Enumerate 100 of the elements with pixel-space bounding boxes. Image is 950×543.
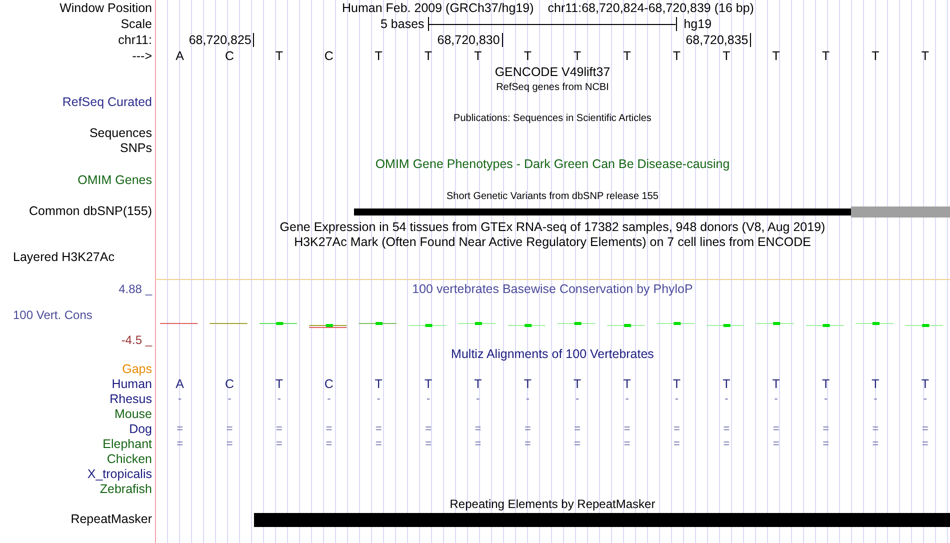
base-letter: T	[274, 48, 284, 64]
alignment-mark: -	[376, 392, 382, 407]
alignment-mark: =	[523, 422, 532, 437]
base-letter: T	[622, 48, 632, 64]
track-label[interactable]: 100 Vert. Cons	[0, 308, 92, 322]
base-letter: C	[323, 377, 334, 392]
base-letter: T	[672, 377, 682, 392]
alignment-mark: =	[722, 422, 731, 437]
base-letter: T	[820, 377, 831, 392]
alignment-mark: -	[475, 392, 481, 407]
alignment-mark: =	[920, 422, 930, 437]
alignment-mark: =	[374, 437, 383, 452]
base-letter: T	[423, 377, 434, 392]
alignment-mark: =	[275, 422, 284, 437]
alignment-mark: =	[672, 437, 681, 452]
track-title: GENCODE V49lift37	[494, 64, 612, 80]
track-label[interactable]: X_tropicalis	[87, 467, 152, 482]
track-title: Gene Expression in 54 tissues from GTEx RNA-seq of 17382 samples, 948 donors (V8, Aug 2019)	[278, 220, 826, 234]
alignment-mark: =	[324, 437, 334, 452]
alignment-mark: =	[176, 437, 184, 452]
track-label[interactable]: RepeatMasker	[70, 512, 152, 527]
track-label[interactable]: Layered H3K27Ac	[13, 250, 114, 265]
track-label[interactable]: OMIM Genes	[78, 173, 152, 188]
base-letter: T	[771, 48, 781, 64]
track-label[interactable]: Sequences	[89, 126, 152, 141]
track-label[interactable]: Common dbSNP(155)	[29, 204, 152, 219]
axis-max-label: 4.88 _	[118, 282, 154, 297]
base-letter: A	[174, 48, 186, 64]
alignment-mark: -	[276, 392, 282, 407]
base-letter: C	[323, 48, 334, 64]
alignment-mark: =	[622, 437, 632, 452]
ruler-tick: 68,720,830	[437, 33, 503, 47]
track-label[interactable]: Mouse	[114, 407, 152, 422]
base-letter: T	[722, 48, 732, 64]
alignment-mark: =	[722, 437, 731, 452]
alignment-mark: =	[920, 437, 930, 452]
base-letter: T	[771, 377, 781, 392]
alignment-mark: =	[424, 422, 432, 437]
track-label[interactable]: --->	[132, 48, 152, 64]
alignment-mark: =	[822, 437, 830, 452]
base-letter: T	[374, 48, 384, 64]
scale-length: 5 bases	[380, 16, 426, 32]
track-label[interactable]: chr11:	[118, 32, 152, 48]
base-letter: T	[920, 377, 930, 392]
track-label[interactable]: Window Position	[60, 0, 152, 16]
alignment-mark: =	[871, 422, 880, 437]
base-letter: T	[473, 377, 483, 392]
alignment-mark: -	[822, 392, 829, 407]
base-letter: T	[672, 48, 682, 64]
track-label[interactable]: Human	[112, 377, 152, 392]
genome-position: chr11:68,720,824-68,720,839 (16 bp)	[548, 0, 754, 16]
base-letter: T	[423, 48, 434, 64]
alignment-mark: =	[225, 437, 234, 452]
track-label[interactable]: SNPs	[120, 141, 152, 156]
alignment-mark: =	[374, 422, 383, 437]
alignment-mark: =	[573, 437, 582, 452]
base-letter: T	[274, 377, 284, 392]
assembly-label: hg19	[682, 16, 713, 32]
alignment-mark: =	[871, 437, 880, 452]
track-label[interactable]: Zebrafish	[100, 482, 152, 497]
base-letter: T	[870, 377, 880, 392]
track-label[interactable]: Rhesus	[110, 392, 152, 407]
alignment-mark: =	[225, 422, 234, 437]
track-title: Publications: Sequences in Scientific Articles	[452, 112, 652, 126]
alignment-mark: =	[772, 422, 780, 437]
alignment-mark: -	[872, 392, 878, 407]
alignment-mark: =	[573, 422, 582, 437]
base-letter: T	[920, 48, 930, 64]
track-label[interactable]: Dog	[129, 422, 152, 437]
base-letter: T	[622, 377, 632, 392]
track-label[interactable]: Chicken	[106, 452, 152, 467]
alignment-mark: =	[275, 437, 284, 452]
alignment-mark: =	[474, 437, 482, 452]
base-letter: T	[572, 377, 582, 392]
alignment-mark: -	[624, 392, 630, 407]
base-letter: T	[522, 48, 532, 64]
alignment-mark: =	[324, 422, 334, 437]
alignment-mark: =	[822, 422, 830, 437]
alignment-mark: -	[574, 392, 580, 407]
alignment-mark: -	[177, 392, 183, 407]
track-label[interactable]: Scale	[120, 16, 152, 32]
track-title: 100 vertebrates Basewise Conservation by PhyloP	[411, 282, 694, 297]
base-letter: T	[572, 48, 582, 64]
alignment-mark: -	[674, 392, 680, 407]
axis-min-label: -4.5 _	[121, 333, 154, 348]
track-label[interactable]: RefSeq Curated	[62, 94, 152, 110]
track-label[interactable]: Elephant	[102, 437, 152, 452]
ruler-tick: 68,720,835	[686, 33, 752, 47]
base-letter: T	[473, 48, 483, 64]
track-title: Multiz Alignments of 100 Vertebrates	[450, 347, 655, 362]
alignment-mark: =	[672, 422, 681, 437]
alignment-mark: -	[326, 392, 332, 407]
base-letter: T	[870, 48, 880, 64]
alignment-mark: =	[176, 422, 184, 437]
alignment-mark: -	[524, 392, 530, 407]
alignment-mark: -	[724, 392, 730, 407]
base-letter: T	[522, 377, 532, 392]
base-letter: C	[224, 377, 236, 392]
base-letter: T	[374, 377, 384, 392]
track-title: Short Genetic Variants from dbSNP release 155	[446, 190, 660, 204]
